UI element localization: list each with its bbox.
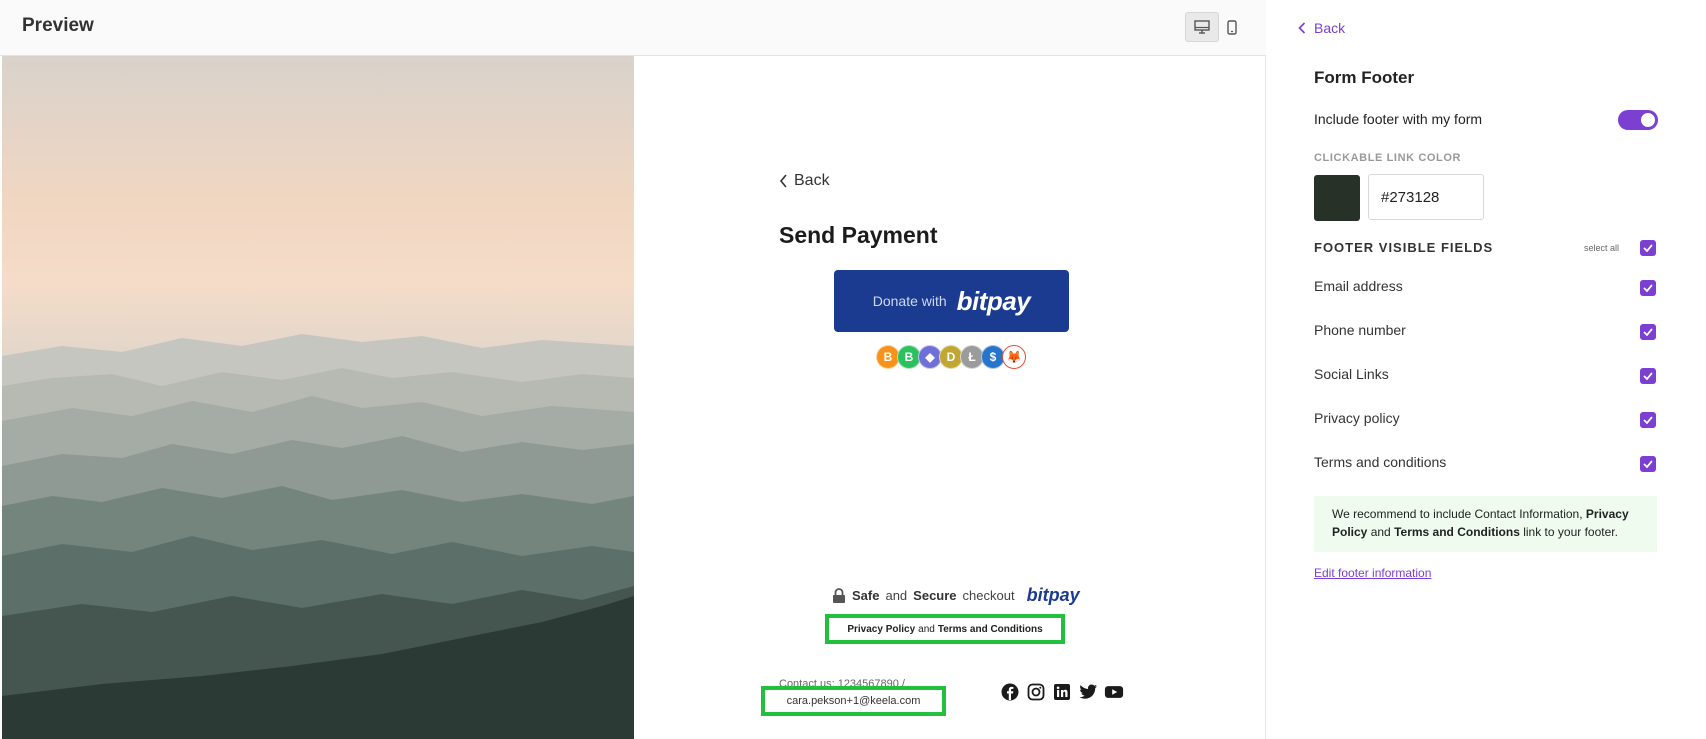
privacy-policy-link[interactable]: Privacy Policy xyxy=(847,624,915,635)
preview-title: Preview xyxy=(22,15,94,36)
notice-text-2: and xyxy=(1370,525,1391,539)
field-phone-checkbox[interactable] xyxy=(1640,324,1656,340)
form-title: Send Payment xyxy=(779,222,938,248)
lock-icon xyxy=(833,587,845,603)
bitpay-logo: bitpay xyxy=(956,285,1031,316)
panel-back-label: Back xyxy=(1314,20,1346,36)
panel-back-link[interactable]: Back xyxy=(1298,20,1345,36)
youtube-icon[interactable] xyxy=(1104,682,1124,702)
field-social-label: Social Links xyxy=(1314,366,1389,382)
field-terms-checkbox[interactable] xyxy=(1640,456,1656,472)
secure-checkout-row: Safe and Secure checkout bitpay xyxy=(832,585,1080,606)
form-back-link[interactable]: Back xyxy=(779,172,830,190)
panel-title: Form Footer xyxy=(1314,68,1415,87)
twitter-icon[interactable] xyxy=(1078,682,1098,702)
check-icon xyxy=(1643,460,1653,468)
form-preview: Back Send Payment Donate with bitpay B B ◆… xyxy=(634,56,1265,739)
field-privacy-label: Privacy policy xyxy=(1314,410,1400,426)
include-footer-toggle[interactable] xyxy=(1618,110,1658,130)
footer-recommendation-notice: We recommend to include Contact Informat… xyxy=(1314,496,1657,552)
coin-icons-row: B B ◆ D Ł $ 🦊 xyxy=(876,345,1026,369)
field-email-checkbox[interactable] xyxy=(1640,280,1656,296)
desktop-icon xyxy=(1194,20,1210,34)
facebook-icon[interactable] xyxy=(1000,682,1020,702)
mobile-view-button[interactable] xyxy=(1215,12,1249,42)
form-back-label: Back xyxy=(794,172,830,189)
check-icon xyxy=(1643,284,1653,292)
check-icon xyxy=(1643,244,1653,252)
shiba-coin-icon: 🦊 xyxy=(1002,345,1026,369)
safe-text: Safe xyxy=(852,588,880,603)
and-text: and xyxy=(885,588,908,603)
chevron-left-icon xyxy=(779,174,787,188)
chevron-left-icon xyxy=(1298,22,1306,34)
check-icon xyxy=(1643,328,1653,336)
policy-links-highlight: Privacy Policy and Terms and Conditions xyxy=(825,614,1065,644)
check-icon xyxy=(1643,416,1653,424)
field-privacy-checkbox[interactable] xyxy=(1640,412,1656,428)
edit-footer-link[interactable]: Edit footer information xyxy=(1314,566,1431,580)
select-all-label: select all xyxy=(1584,243,1620,253)
instagram-icon[interactable] xyxy=(1026,682,1046,702)
donate-label: Donate with xyxy=(872,293,947,309)
contact-email-link[interactable]: cara.pekson+1@keela.com xyxy=(761,686,946,716)
select-all-checkbox[interactable] xyxy=(1640,240,1656,256)
secure-text: Secure xyxy=(913,588,957,603)
notice-text-1: We recommend to include Contact Informat… xyxy=(1332,507,1583,521)
field-terms-label: Terms and conditions xyxy=(1314,454,1447,470)
bitpay-secure-logo: bitpay xyxy=(1026,585,1080,605)
notice-bold-terms: Terms and Conditions xyxy=(1394,525,1520,539)
check-icon xyxy=(1643,372,1653,380)
link-color-swatch[interactable] xyxy=(1314,175,1360,221)
include-footer-label: Include footer with my form xyxy=(1314,111,1483,127)
preview-pane: Preview Back Send Payment Donate with bi… xyxy=(0,0,1266,739)
terms-link[interactable]: Terms and Conditions xyxy=(938,624,1043,635)
donate-with-bitpay-button[interactable]: Donate with bitpay xyxy=(834,270,1069,332)
preview-header: Preview xyxy=(0,0,1266,56)
field-social-checkbox[interactable] xyxy=(1640,368,1656,384)
policy-and-text: and xyxy=(918,623,935,635)
social-links xyxy=(1000,682,1124,702)
linkedin-icon[interactable] xyxy=(1052,682,1072,702)
checkout-text: checkout xyxy=(962,588,1015,603)
desktop-view-button[interactable] xyxy=(1185,12,1219,42)
notice-text-3: link to your footer. xyxy=(1523,525,1618,539)
field-email-label: Email address xyxy=(1314,278,1403,294)
link-color-input[interactable]: #273128 xyxy=(1368,174,1484,220)
footer-fields-label: FOOTER VISIBLE FIELDS xyxy=(1314,240,1494,255)
mobile-icon xyxy=(1227,19,1237,35)
link-color-label: CLICKABLE LINK COLOR xyxy=(1314,152,1462,164)
mountain-background-image xyxy=(2,56,634,739)
footer-settings-panel: Back Form Footer Include footer with my … xyxy=(1280,0,1706,739)
field-phone-label: Phone number xyxy=(1314,322,1406,338)
